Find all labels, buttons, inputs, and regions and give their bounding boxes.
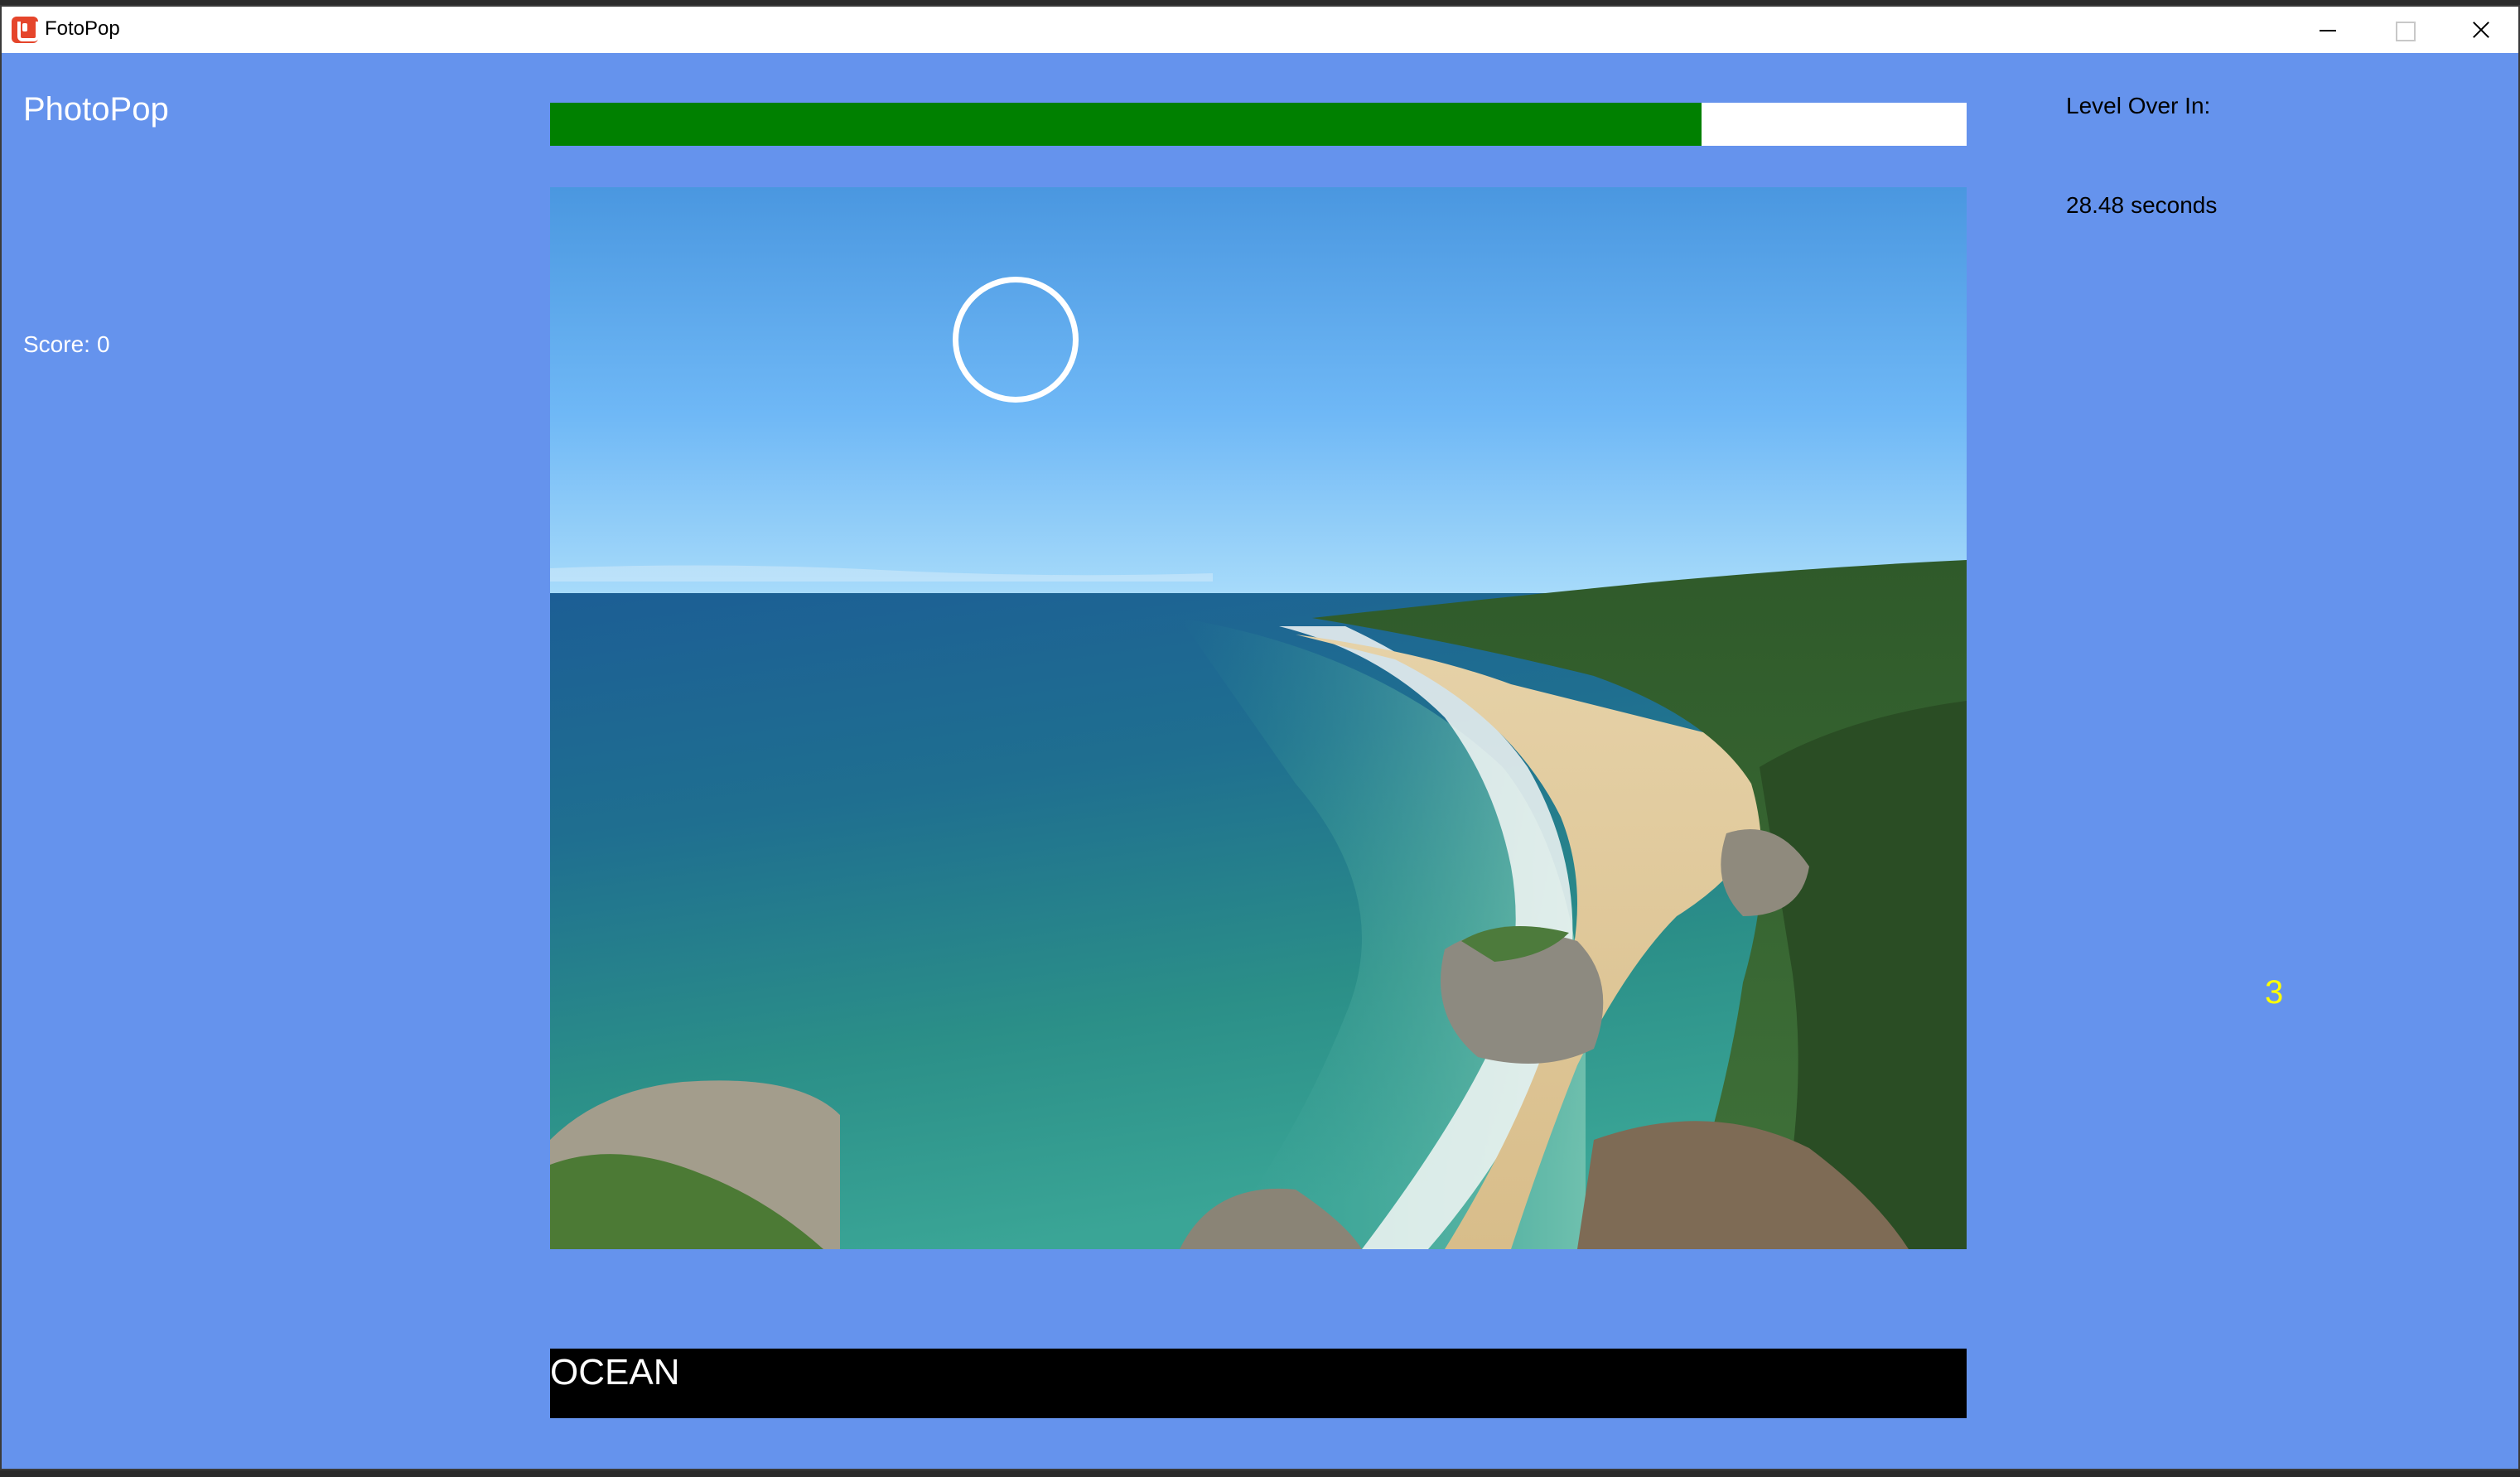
game-title: PhotoPop (23, 91, 169, 128)
score-value: 0 (96, 331, 110, 357)
close-button[interactable] (2442, 7, 2518, 53)
time-unit: seconds (2131, 192, 2218, 218)
beach-photo-image (550, 187, 1967, 1249)
answer-text: OCEAN (550, 1352, 680, 1393)
minimize-button[interactable] (2290, 7, 2366, 53)
pop-target-circle[interactable] (953, 277, 1079, 403)
game-photo[interactable] (550, 187, 1967, 1249)
fotopop-logo-icon (12, 17, 39, 43)
timer-progress-bar (550, 103, 1967, 146)
score-display: Score: 0 (23, 331, 110, 358)
maximize-button[interactable] (2366, 7, 2442, 53)
time-value: 28.48 (2066, 192, 2125, 218)
time-remaining: 28.48 seconds (2066, 192, 2217, 219)
pop-counter: 3 (2265, 974, 2284, 1011)
level-over-label: Level Over In: (2066, 93, 2211, 118)
score-label: Score: (23, 331, 90, 357)
title-bar[interactable]: FotoPop (2, 7, 2518, 53)
answer-bar: OCEAN (550, 1349, 1967, 1418)
timer-progress-fill (550, 103, 1702, 146)
window-title: FotoPop (45, 17, 120, 40)
